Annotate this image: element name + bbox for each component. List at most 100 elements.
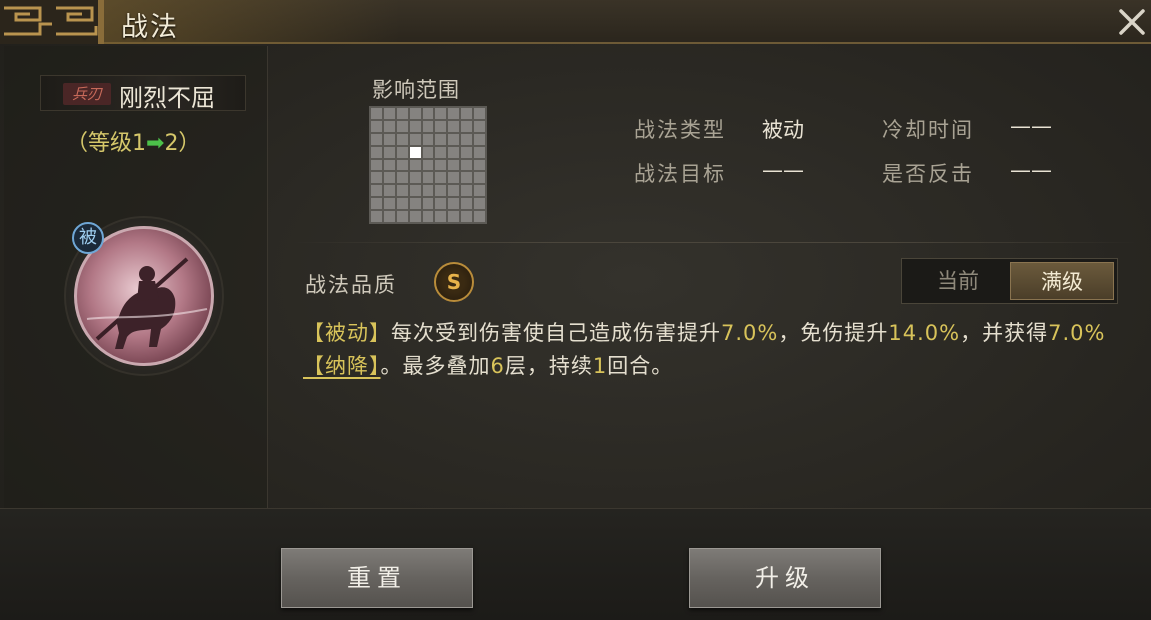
- range-cell: [435, 211, 447, 222]
- range-cell: [461, 146, 473, 158]
- range-cell: [396, 108, 408, 119]
- skill-summary-panel: 兵刃 刚烈不屈 （等级1➡2） 被: [4, 46, 268, 508]
- range-cell: [448, 198, 460, 210]
- range-cell: [474, 120, 485, 132]
- quality-label: 战法品质: [305, 273, 397, 297]
- range-cell: [383, 146, 395, 158]
- range-cell: [435, 159, 447, 171]
- range-cell: [383, 133, 395, 145]
- weapon-type-badge: 兵刃: [63, 83, 111, 105]
- toggle-current-level[interactable]: 当前: [906, 262, 1010, 300]
- range-cell: [371, 185, 382, 197]
- range-cell-active: [409, 146, 421, 158]
- desc-value: 14.0%: [888, 321, 961, 345]
- upgrade-button[interactable]: 升级: [689, 548, 881, 608]
- skill-icon-frame: 被: [64, 216, 224, 376]
- range-cell: [474, 198, 485, 210]
- range-cell: [448, 159, 460, 171]
- counter-label: 是否反击: [882, 162, 974, 186]
- range-cell: [396, 172, 408, 184]
- range-cell: [409, 159, 421, 171]
- range-cell: [383, 159, 395, 171]
- skill-target-value: ——: [762, 158, 804, 182]
- range-cell: [461, 172, 473, 184]
- range-cell: [435, 146, 447, 158]
- range-cell: [422, 120, 434, 132]
- range-grid: [369, 106, 487, 224]
- level-suffix: 2）: [164, 131, 201, 156]
- range-cell: [474, 211, 485, 222]
- cooldown-label: 冷却时间: [882, 118, 974, 142]
- level-view-toggle: 当前 满级: [901, 258, 1118, 304]
- skill-target-label: 战法目标: [634, 162, 726, 186]
- reset-button[interactable]: 重置: [281, 548, 473, 608]
- skill-type-label: 战法类型: [634, 118, 726, 142]
- level-prefix: （等级1: [66, 131, 146, 156]
- range-cell: [461, 198, 473, 210]
- range-cell: [435, 198, 447, 210]
- range-cell: [448, 146, 460, 158]
- range-cell: [435, 185, 447, 197]
- range-cell: [371, 211, 382, 222]
- range-cell: [448, 133, 460, 145]
- range-cell: [448, 172, 460, 184]
- toggle-max-level[interactable]: 满级: [1010, 262, 1114, 300]
- range-cell: [422, 185, 434, 197]
- counter-value: ——: [1010, 158, 1052, 182]
- range-cell: [422, 198, 434, 210]
- range-cell: [409, 211, 421, 222]
- range-cell: [371, 133, 382, 145]
- range-cell: [422, 146, 434, 158]
- range-cell: [396, 198, 408, 210]
- range-cell: [435, 120, 447, 132]
- range-cell: [383, 198, 395, 210]
- range-cell: [461, 211, 473, 222]
- range-cell: [448, 211, 460, 222]
- skill-name-plate: 兵刃 刚烈不屈: [40, 75, 246, 112]
- range-cell: [371, 108, 382, 119]
- range-cell: [383, 108, 395, 119]
- range-cell: [474, 146, 485, 158]
- range-cell: [422, 159, 434, 171]
- action-bar: [0, 508, 1151, 620]
- range-cell: [371, 159, 382, 171]
- range-cell: [461, 120, 473, 132]
- desc-value: 7.0%: [1048, 321, 1106, 345]
- range-cell: [409, 133, 421, 145]
- status-link[interactable]: 【纳降】: [303, 354, 381, 378]
- range-cell: [448, 108, 460, 119]
- range-cell: [461, 159, 473, 171]
- range-cell: [435, 133, 447, 145]
- cooldown-value: ——: [1010, 114, 1052, 138]
- range-cell: [371, 172, 382, 184]
- divider: [290, 242, 1140, 243]
- range-cell: [422, 108, 434, 119]
- range-cell: [371, 120, 382, 132]
- range-cell: [383, 120, 395, 132]
- range-cell: [435, 108, 447, 119]
- range-cell: [474, 185, 485, 197]
- range-cell: [383, 185, 395, 197]
- range-cell: [448, 120, 460, 132]
- skill-window: 战法 兵刃 刚烈不屈 （等级1➡2） 被 影响范围 战法类型 被动 冷却时间 —…: [0, 0, 1151, 620]
- range-cell: [383, 172, 395, 184]
- title-ornament-icon: [0, 0, 104, 44]
- range-cell: [461, 133, 473, 145]
- desc-value: 7.0%: [721, 321, 779, 345]
- skill-type-value: 被动: [762, 118, 804, 142]
- range-cell: [409, 108, 421, 119]
- arrow-right-icon: ➡: [146, 131, 165, 156]
- level-progress: （等级1➡2）: [66, 125, 200, 157]
- range-label: 影响范围: [372, 78, 460, 102]
- passive-badge: 被: [72, 222, 104, 254]
- skill-description: 【被动】每次受到伤害使自己造成伤害提升7.0%，免伤提升14.0%，并获得7.0…: [303, 321, 1106, 378]
- desc-value: 1: [592, 354, 608, 378]
- range-cell: [474, 133, 485, 145]
- range-cell: [422, 172, 434, 184]
- close-icon[interactable]: [1114, 4, 1150, 40]
- range-cell: [396, 159, 408, 171]
- window-title: 战法: [121, 12, 179, 43]
- range-cell: [371, 146, 382, 158]
- range-cell: [474, 172, 485, 184]
- range-cell: [474, 159, 485, 171]
